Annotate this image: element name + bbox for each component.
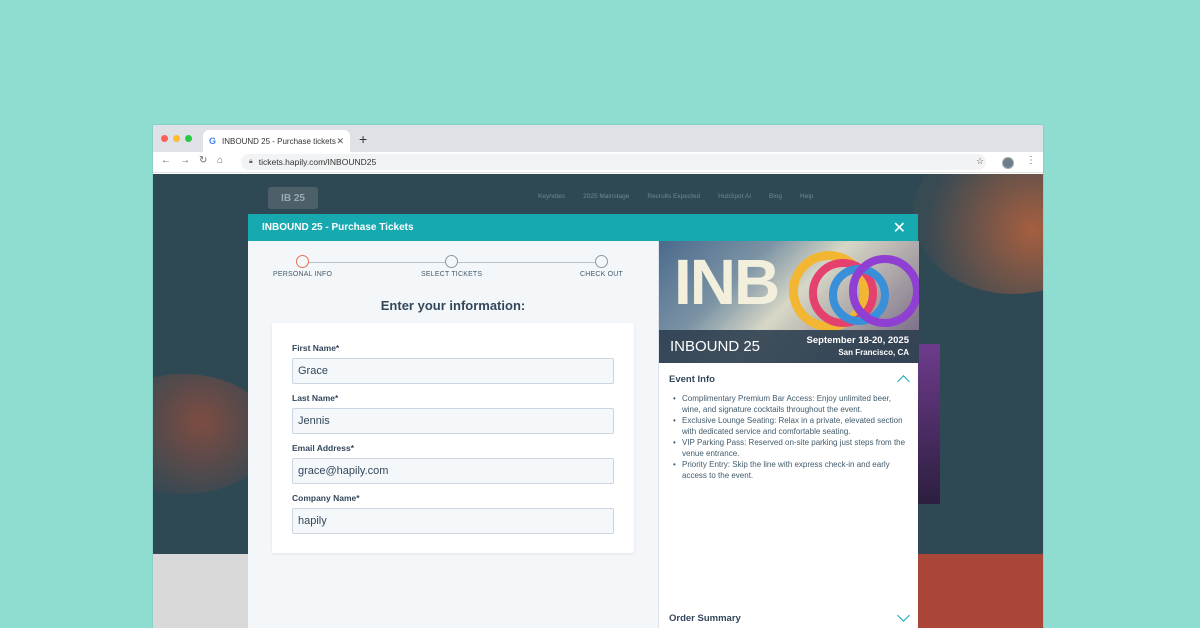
lock-icon: 🔒︎ (249, 158, 253, 165)
maximize-window-dot[interactable] (185, 135, 192, 142)
event-date: September 18-20, 2025 (806, 335, 909, 346)
browser-tab[interactable]: G INBOUND 25 - Purchase tickets ✕ (203, 130, 350, 152)
site-nav-item[interactable]: HubSpot AI (718, 193, 751, 200)
chevron-up-icon[interactable] (897, 375, 910, 388)
site-logo[interactable]: IB 25 (268, 187, 318, 209)
step-label: SELECT TICKETS (421, 271, 483, 278)
step-check-out: CHECK OUT (580, 255, 623, 278)
profile-avatar[interactable] (1002, 157, 1014, 169)
company-name-input[interactable] (292, 508, 614, 534)
back-icon[interactable]: ← (161, 155, 171, 166)
field-label: First Name* (292, 343, 340, 353)
home-icon[interactable]: ⌂ (217, 155, 223, 166)
event-info-heading[interactable]: Event Info (669, 374, 715, 385)
google-favicon-icon: G (209, 136, 217, 146)
decorative-strip (918, 344, 940, 504)
chevron-down-icon[interactable] (897, 609, 910, 622)
bookmark-star-icon[interactable]: ☆ (976, 156, 984, 167)
site-nav-item[interactable]: 2025 Mainstage (583, 193, 629, 200)
form-panel: PERSONAL INFO SELECT TICKETS CHECK OUT E… (248, 241, 658, 628)
url-field[interactable]: 🔒︎ tickets.hapily.com/INBOUND25 (241, 154, 986, 170)
list-item: Priority Entry: Skip the line with expre… (673, 459, 908, 481)
purchase-modal: INBOUND 25 - Purchase Tickets ✕ PERSONAL… (248, 214, 919, 628)
form-card: First Name* Last Name* Email Address* Co… (272, 323, 634, 553)
modal-header: INBOUND 25 - Purchase Tickets ✕ (248, 214, 918, 241)
event-name: INBOUND 25 (670, 338, 761, 355)
close-window-dot[interactable] (161, 135, 168, 142)
event-banner: INBOUND 25 September 18-20, 2025 San Fra… (659, 330, 919, 363)
url-text: tickets.hapily.com/INBOUND25 (258, 157, 377, 167)
forward-icon[interactable]: → (180, 155, 190, 166)
tab-title: INBOUND 25 - Purchase tickets (222, 136, 336, 146)
close-tab-icon[interactable]: ✕ (336, 136, 344, 147)
hero-ring (849, 255, 919, 327)
minimize-window-dot[interactable] (173, 135, 180, 142)
browser-window: G INBOUND 25 - Purchase tickets ✕ + ← → … (153, 125, 1043, 628)
last-name-input[interactable] (292, 408, 614, 434)
step-personal-info: PERSONAL INFO (273, 255, 332, 278)
site-nav-item[interactable]: Keynotes (538, 193, 565, 200)
field-label: Company Name* (292, 493, 360, 503)
form-title: Enter your information: (380, 298, 526, 313)
new-tab-icon[interactable]: + (359, 131, 367, 147)
site-nav-item[interactable]: Blog (769, 193, 782, 200)
site-nav-item[interactable]: Help (800, 193, 813, 200)
site-nav-item[interactable]: Recruits Expected (647, 193, 700, 200)
menu-kebab-icon[interactable]: ⋮ (1026, 155, 1036, 166)
step-circle-icon (445, 255, 459, 268)
order-summary-heading[interactable]: Order Summary (669, 613, 741, 624)
event-hero-image: INB INBOUND 25 September 18-20, 2025 San… (659, 241, 919, 363)
close-icon[interactable]: ✕ (893, 218, 906, 238)
event-info-list: Complimentary Premium Bar Access: Enjoy … (673, 393, 908, 481)
step-circle-icon (595, 255, 609, 268)
last-name-field: Last Name* (292, 393, 614, 434)
email-input[interactable] (292, 458, 614, 484)
list-item: Complimentary Premium Bar Access: Enjoy … (673, 393, 908, 415)
list-item: VIP Parking Pass: Reserved on-site parki… (673, 437, 908, 459)
window-controls (161, 135, 192, 142)
hero-sign-letters: INB (674, 246, 780, 318)
tab-bar: G INBOUND 25 - Purchase tickets ✕ + (153, 125, 1043, 152)
field-label: Email Address* (292, 443, 355, 453)
progress-steps: PERSONAL INFO SELECT TICKETS CHECK OUT (273, 255, 628, 285)
first-name-input[interactable] (292, 358, 614, 384)
email-field: Email Address* (292, 443, 614, 484)
address-bar-row: ← → ↻ ⌂ 🔒︎ tickets.hapily.com/INBOUND25 … (153, 152, 1043, 173)
event-panel: INB INBOUND 25 September 18-20, 2025 San… (658, 241, 919, 628)
modal-title: INBOUND 25 - Purchase Tickets (262, 222, 414, 233)
field-label: Last Name* (292, 393, 339, 403)
list-item: Exclusive Lounge Seating: Relax in a pri… (673, 415, 908, 437)
step-label: CHECK OUT (580, 271, 624, 278)
step-active-circle-icon (296, 255, 310, 268)
company-name-field: Company Name* (292, 493, 614, 534)
decorative-strip (918, 554, 1043, 628)
step-select-tickets: SELECT TICKETS (421, 255, 482, 278)
website-background: IB 25 Keynotes 2025 Mainstage Recruits E… (153, 174, 1043, 628)
event-location: San Francisco, CA (838, 348, 909, 357)
step-label: PERSONAL INFO (273, 271, 333, 278)
first-name-field: First Name* (292, 343, 614, 384)
reload-icon[interactable]: ↻ (199, 155, 207, 166)
decorative-blob (913, 174, 1043, 294)
site-nav: Keynotes 2025 Mainstage Recruits Expecte… (538, 193, 813, 200)
